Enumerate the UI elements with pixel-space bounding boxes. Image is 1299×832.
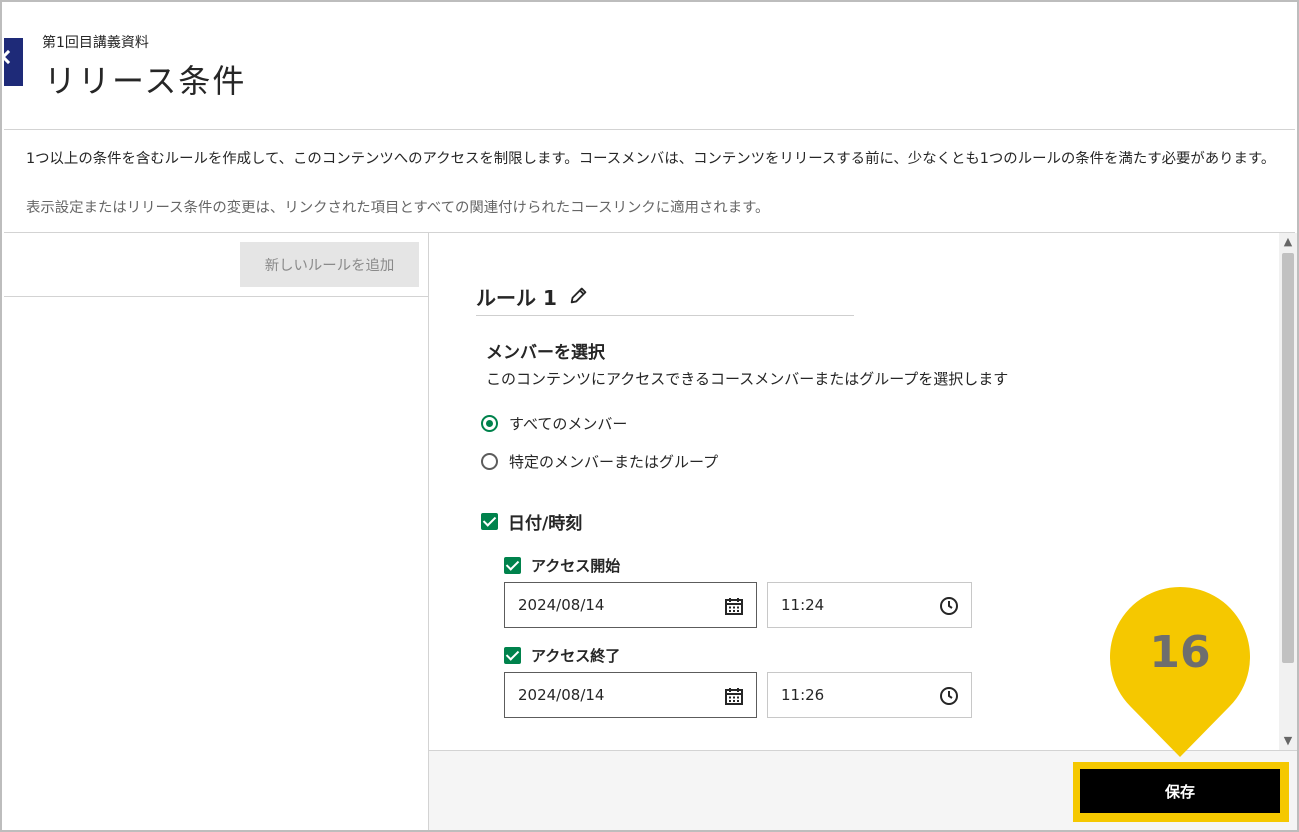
rules-list-pane: 新しいルールを追加 bbox=[4, 233, 429, 830]
scrollbar-thumb[interactable] bbox=[1282, 253, 1294, 663]
radio-button-selected[interactable] bbox=[481, 415, 498, 432]
calendar-icon[interactable] bbox=[724, 686, 744, 706]
checkbox-label: アクセス開始 bbox=[531, 557, 621, 575]
radio-label: 特定のメンバーまたはグループ bbox=[509, 453, 719, 471]
access-start-checkbox-row[interactable]: アクセス開始 bbox=[504, 555, 620, 576]
checkbox-checked[interactable] bbox=[504, 647, 521, 664]
step-number: 16 bbox=[1149, 627, 1211, 678]
back-button[interactable] bbox=[2, 38, 23, 86]
calendar-icon[interactable] bbox=[724, 596, 744, 616]
description-note: 表示設定またはリリース条件の変更は、リンクされた項目とすべての関連付けられたコー… bbox=[26, 200, 770, 216]
checkbox-checked[interactable] bbox=[504, 557, 521, 574]
scroll-up-arrow-icon[interactable]: ▲ bbox=[1279, 235, 1297, 249]
date-value: 2024/08/14 bbox=[518, 686, 605, 704]
rule-title: ルール 1 bbox=[476, 286, 557, 310]
time-value: 11:24 bbox=[781, 596, 825, 614]
page-title: リリース条件 bbox=[44, 62, 247, 100]
rule-title-underline bbox=[476, 315, 854, 316]
end-date-input[interactable]: 2024/08/14 bbox=[504, 672, 757, 718]
checkbox-label: 日付/時刻 bbox=[508, 514, 583, 534]
clock-icon[interactable] bbox=[939, 686, 959, 706]
add-rule-button[interactable]: 新しいルールを追加 bbox=[240, 242, 419, 287]
start-time-input[interactable]: 11:24 bbox=[767, 582, 972, 628]
divider bbox=[4, 129, 1295, 130]
member-section-title: メンバーを選択 bbox=[486, 343, 605, 363]
radio-all-members[interactable]: すべてのメンバー bbox=[481, 413, 627, 434]
scroll-down-arrow-icon[interactable]: ▼ bbox=[1279, 734, 1297, 748]
checkbox-label: アクセス終了 bbox=[531, 647, 621, 665]
date-value: 2024/08/14 bbox=[518, 596, 605, 614]
end-time-input[interactable]: 11:26 bbox=[767, 672, 972, 718]
save-button[interactable]: 保存 bbox=[1080, 769, 1280, 813]
time-value: 11:26 bbox=[781, 686, 825, 704]
release-conditions-panel: 第1回目講義資料 リリース条件 1つ以上の条件を含むルールを作成して、このコンテ… bbox=[0, 0, 1299, 832]
description-text: 1つ以上の条件を含むルールを作成して、このコンテンツへのアクセスを制限します。コ… bbox=[26, 151, 1276, 167]
date-time-checkbox-row[interactable]: 日付/時刻 bbox=[481, 509, 582, 534]
radio-button[interactable] bbox=[481, 453, 498, 470]
vertical-scrollbar[interactable]: ▲ ▼ bbox=[1279, 233, 1297, 750]
member-section-description: このコンテンツにアクセスできるコースメンバーまたはグループを選択します bbox=[486, 370, 1009, 388]
pencil-icon[interactable] bbox=[568, 284, 590, 306]
divider bbox=[4, 296, 428, 297]
checkbox-checked[interactable] bbox=[481, 513, 498, 530]
start-date-input[interactable]: 2024/08/14 bbox=[504, 582, 757, 628]
radio-specific-members[interactable]: 特定のメンバーまたはグループ bbox=[481, 451, 718, 472]
radio-label: すべてのメンバー bbox=[509, 415, 628, 433]
breadcrumb: 第1回目講義資料 bbox=[42, 35, 149, 51]
access-end-checkbox-row[interactable]: アクセス終了 bbox=[504, 645, 620, 666]
clock-icon[interactable] bbox=[939, 596, 959, 616]
chevron-left-icon bbox=[2, 49, 16, 65]
